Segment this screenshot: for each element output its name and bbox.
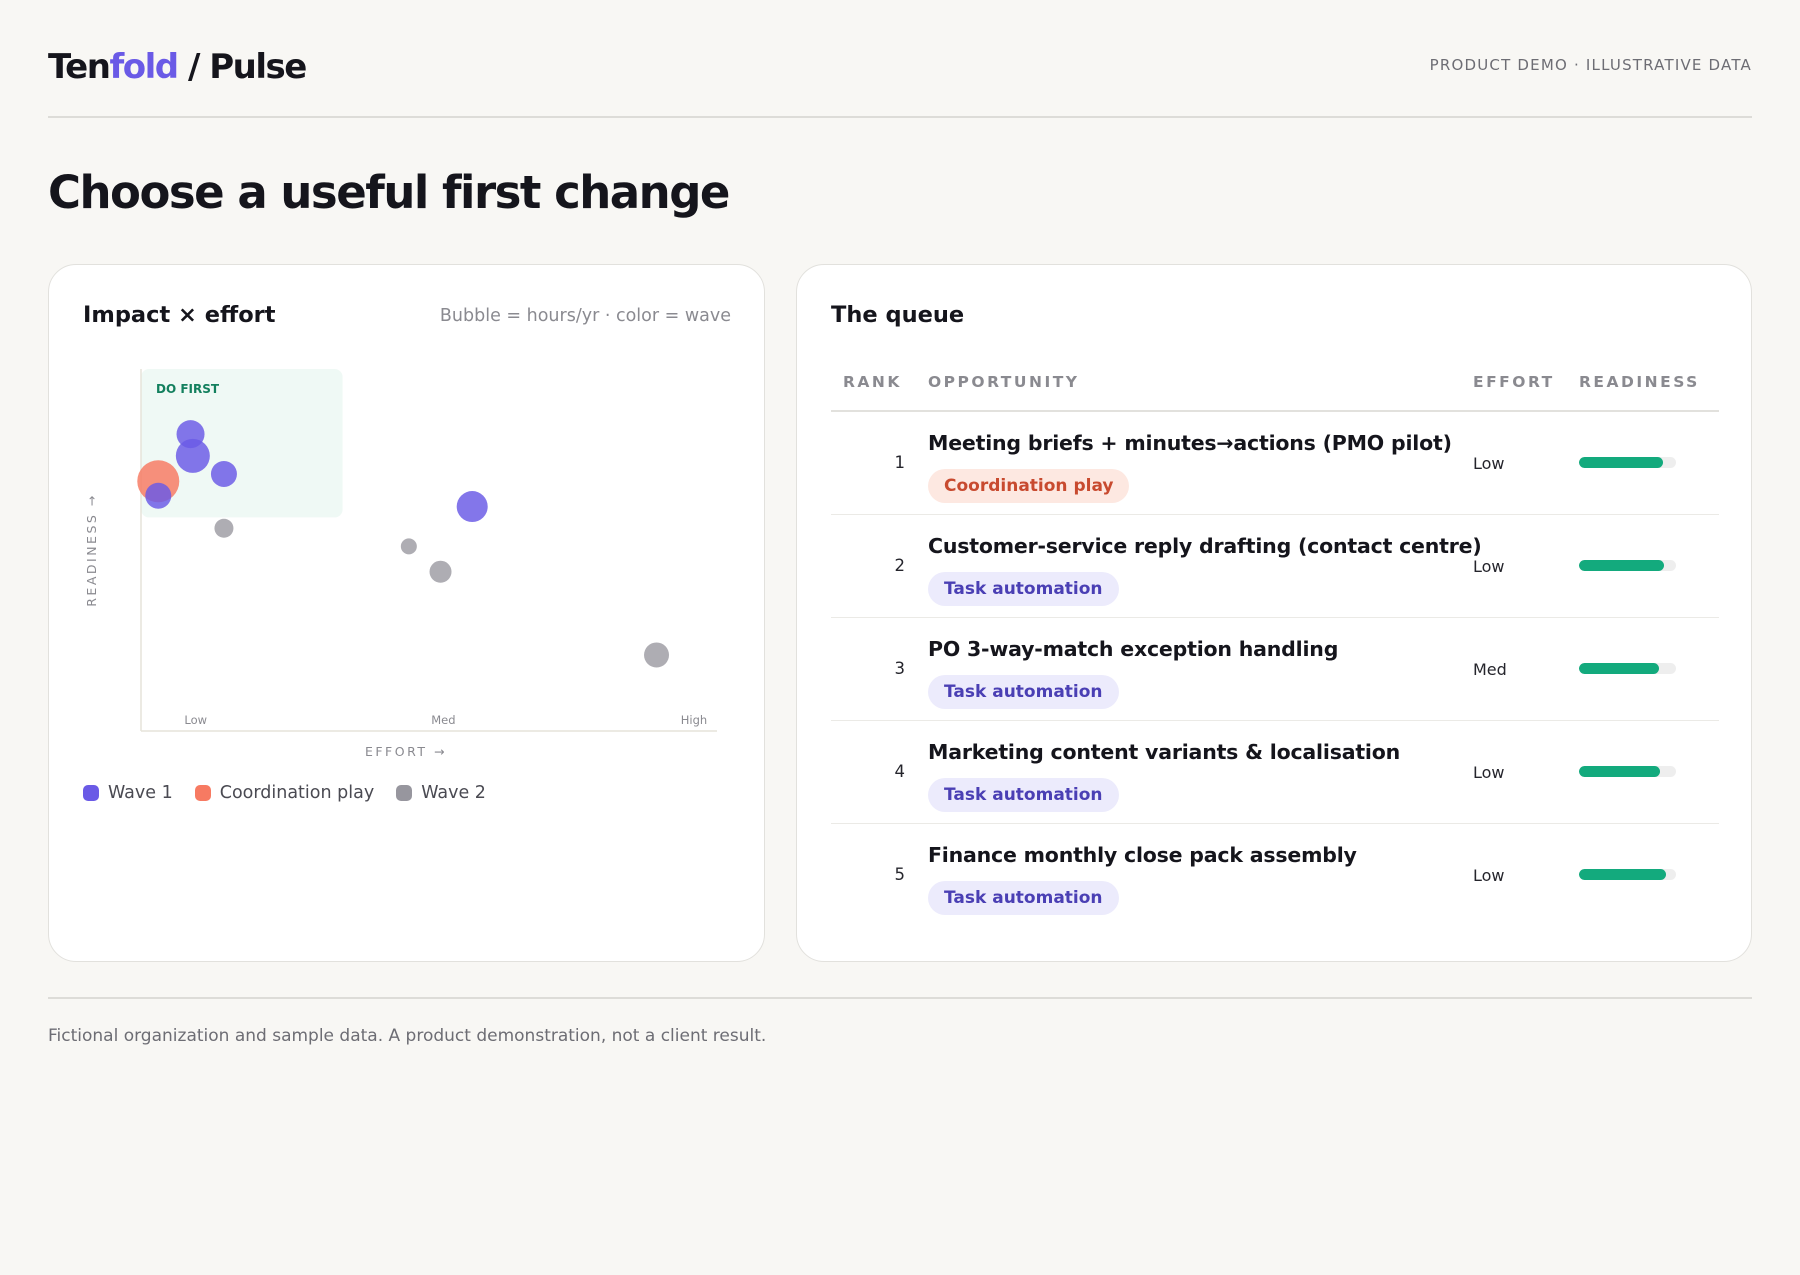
rank-value: 3: [894, 659, 906, 678]
bubble-wave-2: [644, 642, 670, 668]
table-row[interactable]: 3 PO 3-way-match exception handling Task…: [831, 618, 1719, 721]
chart-legend: Wave 1 Coordination play Wave 2: [83, 783, 508, 803]
opportunity-title[interactable]: Finance monthly close pack assembly: [928, 843, 1357, 867]
readiness-bar-fill: [1579, 766, 1661, 777]
opportunity-title[interactable]: Customer-service reply drafting (contact…: [928, 534, 1482, 558]
legend-swatch: [396, 785, 413, 801]
legend-item-wave-2[interactable]: Wave 2: [396, 783, 486, 803]
opportunity-tag: Task automation: [928, 881, 1119, 915]
page-header: Tenfold / Pulse PRODUCT DEMO · ILLUSTRAT…: [48, 44, 1752, 118]
opportunity-title[interactable]: PO 3-way-match exception handling: [928, 637, 1338, 661]
readiness-bar: [1579, 457, 1676, 468]
opportunity-title[interactable]: Meeting briefs + minutes→actions (PMO pi…: [928, 431, 1452, 455]
impact-effort-card: DO FIRST Low Med High EFFORT → READINESS → Im…: [48, 264, 765, 962]
bubble-wave-1: [176, 420, 205, 449]
rank-value: 2: [894, 556, 906, 575]
table-row[interactable]: 1 Meeting briefs + minutes→actions (PMO …: [831, 412, 1719, 515]
x-tick-label: Med: [431, 713, 455, 727]
opportunity-title[interactable]: Marketing content variants & localisatio…: [928, 740, 1400, 764]
impact-effort-chart: DO FIRST Low Med High EFFORT → READINESS →: [84, 369, 717, 759]
bubble-wave-2: [214, 518, 234, 538]
effort-value: Med: [1473, 660, 1507, 679]
impact-effort-title: Impact × effort: [83, 302, 276, 328]
brand-product-name: / Pulse: [177, 47, 307, 87]
column-header-readiness[interactable]: READINESS: [1579, 373, 1700, 391]
brand-name-accent: fold: [109, 47, 179, 87]
rank-value: 1: [894, 453, 906, 472]
page-title: Choose a useful first change: [48, 166, 730, 219]
readiness-bar-fill: [1579, 560, 1665, 571]
effort-value: Low: [1473, 557, 1505, 576]
bubble-wave-1: [145, 482, 172, 509]
chart-note: Bubble = hours/yr · color = wave: [439, 306, 731, 326]
x-tick-label: Low: [184, 713, 207, 727]
rank-value: 5: [894, 865, 906, 884]
bubble-wave-2: [429, 560, 452, 583]
column-header-effort[interactable]: EFFORT: [1473, 373, 1555, 391]
bubble-wave-2: [400, 538, 417, 555]
queue-title: The queue: [831, 302, 965, 328]
table-row[interactable]: 5 Finance monthly close pack assembly Ta…: [831, 824, 1719, 927]
readiness-bar: [1579, 663, 1676, 674]
bubble-wave-1: [210, 460, 237, 487]
opportunity-tag: Task automation: [928, 675, 1119, 709]
table-row[interactable]: 2 Customer-service reply drafting (conta…: [831, 515, 1719, 618]
effort-value: Low: [1473, 454, 1505, 473]
effort-value: Low: [1473, 866, 1505, 885]
bubble-wave-1: [456, 491, 488, 523]
readiness-bar-fill: [1579, 663, 1659, 674]
footer-divider: [48, 997, 1752, 999]
queue-card: The queue RANK OPPORTUNITY EFFORT READIN…: [796, 264, 1752, 962]
x-tick-label: High: [681, 713, 707, 727]
quadrant-label: DO FIRST: [156, 382, 220, 396]
legend-label: Wave 2: [421, 783, 486, 803]
readiness-bar: [1579, 560, 1676, 571]
column-header-opportunity[interactable]: OPPORTUNITY: [928, 373, 1080, 391]
readiness-bar: [1579, 766, 1676, 777]
readiness-bar-fill: [1579, 457, 1664, 468]
x-axis-label: EFFORT →: [365, 744, 447, 759]
opportunity-tag: Coordination play: [928, 469, 1130, 503]
y-axis-label: READINESS →: [84, 493, 99, 607]
effort-value: Low: [1473, 763, 1505, 782]
legend-swatch: [194, 785, 211, 801]
legend-item-coordination-play[interactable]: Coordination play: [194, 783, 375, 803]
footer-disclaimer: Fictional organization and sample data. …: [48, 1026, 767, 1046]
legend-swatch: [83, 785, 99, 801]
readiness-bar-fill: [1579, 869, 1667, 880]
brand-name-part: Ten: [48, 47, 111, 87]
legend-label: Coordination play: [219, 783, 375, 803]
brand-logo[interactable]: Tenfold / Pulse: [48, 47, 307, 87]
opportunity-tag: Task automation: [928, 572, 1119, 606]
legend-item-wave-1[interactable]: Wave 1: [83, 783, 173, 803]
demo-tag: PRODUCT DEMO · ILLUSTRATIVE DATA: [1429, 56, 1752, 74]
legend-label: Wave 1: [108, 783, 173, 803]
table-row[interactable]: 4 Marketing content variants & localisat…: [831, 721, 1719, 824]
opportunity-tag: Task automation: [928, 778, 1119, 812]
rank-value: 4: [894, 762, 906, 781]
readiness-bar: [1579, 869, 1676, 880]
column-header-rank[interactable]: RANK: [843, 373, 902, 391]
